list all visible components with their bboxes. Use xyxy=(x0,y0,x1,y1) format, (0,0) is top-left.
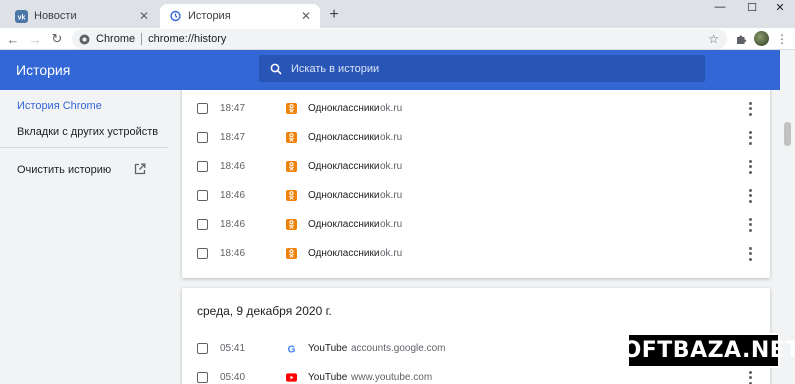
svg-text:vk: vk xyxy=(17,14,25,21)
watermark-logo: SOFTBAZA.NET xyxy=(606,333,795,368)
reload-icon[interactable]: ↻ xyxy=(48,30,66,48)
row-checkbox[interactable] xyxy=(197,248,208,259)
odnoklassniki-icon xyxy=(286,132,297,143)
page-title: История xyxy=(16,62,71,78)
visit-time: 05:40 xyxy=(220,372,246,383)
visit-time: 18:46 xyxy=(220,219,246,230)
history-card: 18:47 Одноклассники ok.ru 18:47 Одноклас… xyxy=(182,90,770,278)
more-actions-icon[interactable] xyxy=(748,246,752,261)
history-row[interactable]: 18:47 Одноклассники ok.ru xyxy=(182,123,770,152)
sidebar-item-chrome-history[interactable]: История Chrome xyxy=(17,100,102,112)
domain-text: ok.ru xyxy=(380,132,403,143)
omnibox-separator xyxy=(141,33,143,45)
odnoklassniki-icon xyxy=(286,161,297,172)
search-input[interactable] xyxy=(291,62,705,75)
tab-title: Новости xyxy=(34,10,77,22)
odnoklassniki-icon xyxy=(286,248,297,259)
visit-time: 18:47 xyxy=(220,103,246,114)
domain-text: ok.ru xyxy=(380,219,403,230)
bookmark-star-icon[interactable]: ☆ xyxy=(708,32,719,46)
date-heading: среда, 9 декабря 2020 г. xyxy=(197,304,332,318)
more-actions-icon[interactable] xyxy=(748,159,752,174)
window-close-button[interactable]: ✕ xyxy=(765,0,795,14)
odnoklassniki-icon xyxy=(286,219,297,230)
domain-text: ok.ru xyxy=(380,161,403,172)
page-title-link[interactable]: YouTube xyxy=(308,343,347,354)
address-bar[interactable]: Chrome chrome://history ☆ xyxy=(72,29,727,49)
search-icon xyxy=(269,62,283,76)
row-checkbox[interactable] xyxy=(197,343,208,354)
secure-chip: Chrome xyxy=(96,33,136,45)
profile-avatar[interactable] xyxy=(754,31,769,46)
page-title-link[interactable]: Одноклассники xyxy=(308,132,379,143)
history-row[interactable]: 18:46 Одноклассники ok.ru xyxy=(182,239,770,268)
page-title-link[interactable]: Одноклассники xyxy=(308,161,379,172)
domain-text: www.youtube.com xyxy=(351,372,433,383)
domain-text: ok.ru xyxy=(380,190,403,201)
open-in-new-icon xyxy=(134,163,146,175)
tab-title: История xyxy=(188,10,231,22)
more-actions-icon[interactable] xyxy=(748,217,752,232)
page-header: История xyxy=(0,50,780,90)
youtube-icon xyxy=(286,372,297,383)
google-icon: G xyxy=(286,343,297,355)
new-tab-button[interactable]: + xyxy=(324,5,344,25)
visit-time: 18:46 xyxy=(220,190,246,201)
row-checkbox[interactable] xyxy=(197,372,208,383)
scrollbar-thumb[interactable] xyxy=(784,122,791,146)
more-actions-icon[interactable] xyxy=(748,130,752,145)
sidebar-item-clear-history[interactable]: Очистить историю xyxy=(17,164,111,176)
page-title-link[interactable]: Одноклассники xyxy=(308,103,379,114)
odnoklassniki-icon xyxy=(286,103,297,114)
vk-icon: vk xyxy=(14,9,28,23)
history-row[interactable]: 18:46 Одноклассники ok.ru xyxy=(182,152,770,181)
more-actions-icon[interactable] xyxy=(748,101,752,116)
browser-toolbar: ← → ↻ Chrome chrome://history ☆ ⋮ xyxy=(0,28,795,50)
page-title-link[interactable]: YouTube xyxy=(308,372,347,383)
history-icon xyxy=(168,9,182,23)
menu-kebab-icon[interactable]: ⋮ xyxy=(774,31,790,47)
maximize-button[interactable]: ☐ xyxy=(737,0,767,14)
row-checkbox[interactable] xyxy=(197,103,208,114)
back-arrow-icon[interactable]: ← xyxy=(4,30,22,48)
row-checkbox[interactable] xyxy=(197,161,208,172)
page-title-link[interactable]: Одноклассники xyxy=(308,248,379,259)
visit-time: 18:46 xyxy=(220,248,246,259)
sidebar-divider xyxy=(0,147,168,148)
minimize-button[interactable]: — xyxy=(705,0,735,14)
history-row[interactable]: 18:46 Одноклассники ok.ru xyxy=(182,181,770,210)
page-scrollbar[interactable] xyxy=(780,50,795,384)
extensions-puzzle-icon[interactable] xyxy=(733,31,749,47)
more-actions-icon[interactable] xyxy=(748,370,752,384)
domain-text: ok.ru xyxy=(380,103,403,114)
chrome-icon xyxy=(78,33,90,45)
sidebar: История Chrome Вкладки с других устройст… xyxy=(0,90,168,384)
page-title-link[interactable]: Одноклассники xyxy=(308,219,379,230)
close-icon[interactable]: ✕ xyxy=(298,8,314,24)
url-text: chrome://history xyxy=(148,33,227,45)
search-box[interactable] xyxy=(259,55,705,82)
domain-text: accounts.google.com xyxy=(351,343,446,354)
visit-time: 05:41 xyxy=(220,343,246,354)
odnoklassniki-icon xyxy=(286,190,297,201)
history-row[interactable]: 18:46 Одноклассники ok.ru xyxy=(182,210,770,239)
row-checkbox[interactable] xyxy=(197,219,208,230)
close-icon[interactable]: ✕ xyxy=(136,8,152,24)
svg-text:G: G xyxy=(288,345,296,355)
more-actions-icon[interactable] xyxy=(748,188,752,203)
tab-strip: vk Новости ✕ История ✕ + — ☐ ✕ xyxy=(0,0,795,28)
row-checkbox[interactable] xyxy=(197,132,208,143)
tab-news[interactable]: vk Новости ✕ xyxy=(6,4,158,28)
page-title-link[interactable]: Одноклассники xyxy=(308,190,379,201)
visit-time: 18:46 xyxy=(220,161,246,172)
forward-arrow-icon[interactable]: → xyxy=(26,30,44,48)
sidebar-item-other-devices[interactable]: Вкладки с других устройств xyxy=(17,126,158,138)
visit-time: 18:47 xyxy=(220,132,246,143)
tab-history[interactable]: История ✕ xyxy=(160,4,320,28)
domain-text: ok.ru xyxy=(380,248,403,259)
row-checkbox[interactable] xyxy=(197,190,208,201)
history-row[interactable]: 18:47 Одноклассники ok.ru xyxy=(182,94,770,123)
